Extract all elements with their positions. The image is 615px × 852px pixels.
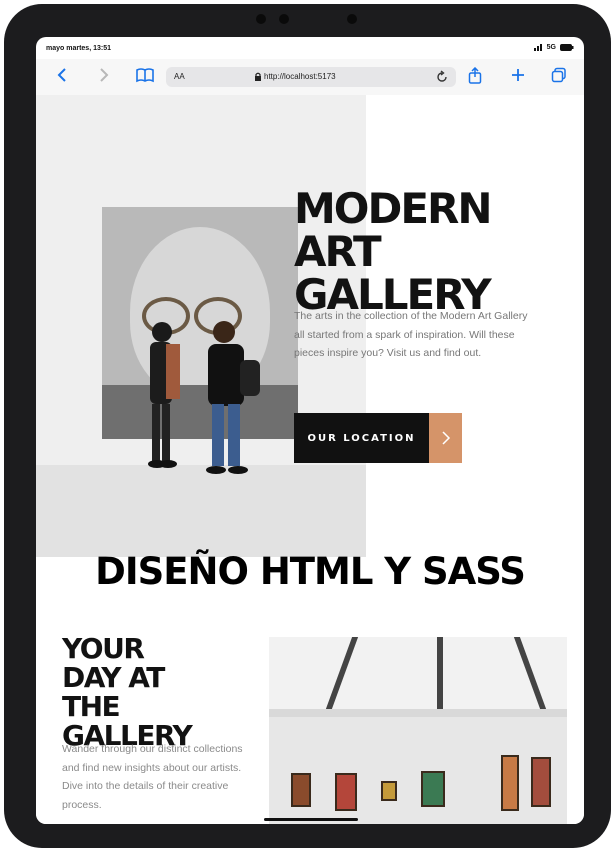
bookmarks-icon[interactable] [136,67,154,88]
arrow-right-icon[interactable] [429,413,462,463]
our-location-button[interactable]: OUR LOCATION [294,413,429,463]
status-time: mayo martes, 13:51 [46,45,111,52]
section-title: YOUR DAY AT THE GALLERY [62,632,193,752]
gallery-wall [269,717,567,824]
hero-description: The arts in the collection of the Modern… [294,310,528,359]
camera-dot [347,14,357,24]
artwork [421,771,445,807]
artwork [335,773,357,811]
signal-icon [533,44,542,51]
address-bar[interactable]: AA http://localhost:5173 [166,67,456,87]
share-icon[interactable] [468,66,482,90]
reload-icon[interactable] [436,70,448,84]
section-description: Wander through our distinct collections … [62,743,243,811]
forward-icon[interactable] [98,67,110,88]
home-indicator [264,818,358,821]
tablet-device: mayo martes, 13:51 5G AA http://localhos… [4,4,611,848]
new-tab-icon[interactable] [511,67,525,88]
artwork [501,755,519,811]
page-content: MODERN ART GALLERY The arts in the colle… [36,95,584,824]
network-label: 5G [546,44,556,51]
lock-icon [255,72,261,81]
gallery-room-image [269,637,567,824]
artwork [531,757,551,807]
tabs-icon[interactable] [551,67,567,88]
browser-toolbar: AA http://localhost:5173 [36,59,584,96]
sensor-dot [279,14,289,24]
reader-button[interactable]: AA [174,72,185,81]
status-bar: mayo martes, 13:51 5G [36,37,584,59]
status-right: 5G [533,44,574,51]
hero-title: MODERN ART GALLERY [294,184,493,319]
back-icon[interactable] [56,67,68,88]
artwork [291,773,311,807]
sensor-dot [256,14,266,24]
battery-icon [560,44,574,51]
visitors-figures [148,321,260,474]
artwork [381,781,397,801]
url-text[interactable]: http://localhost:5173 [264,72,336,81]
overlay-caption: DISEÑO HTML Y SASS [95,550,526,593]
ceiling-beam [437,637,443,709]
browser-screen: mayo martes, 13:51 5G AA http://localhos… [36,37,584,824]
